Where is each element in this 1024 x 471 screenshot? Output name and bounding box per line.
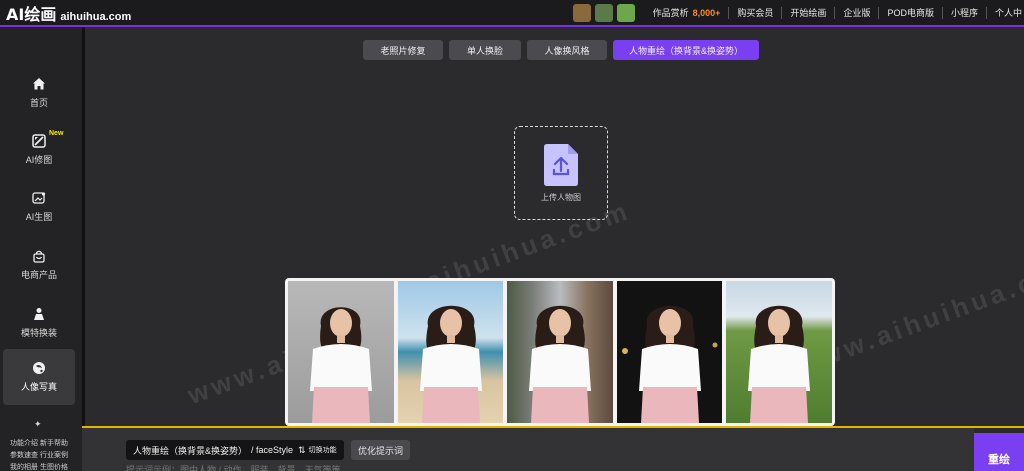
tab-single-face-swap[interactable]: 单人换脸 — [449, 40, 521, 60]
footer-link-row[interactable]: 我的相册 生图价格 — [10, 462, 68, 471]
footer-links: 功能介绍 新手帮助 参数速查 行业案例 我的相册 生图价格 — [10, 438, 68, 471]
mode-chip-style: / faceStyle — [251, 445, 294, 455]
shopping-bag-icon — [33, 250, 45, 263]
logo[interactable]: AI绘画 aihuihua.com — [0, 1, 131, 25]
home-icon — [33, 78, 45, 90]
header-accent-line — [0, 25, 1024, 27]
sidebar-item-label: AI生图 — [25, 212, 53, 222]
nav-gallery-label: 作品赏析 — [652, 7, 689, 18]
nav-gallery[interactable]: 作品赏析 8,000+ — [645, 6, 730, 19]
tab-old-photo-restore[interactable]: 老照片修复 — [363, 40, 443, 60]
top-header: AI绘画 aihuihua.com 作品赏析 8,000+ 购买会员 开始绘画 企… — [0, 0, 1024, 25]
logo-domain: aihuihua.com — [60, 10, 132, 23]
portrait-icon — [33, 362, 45, 374]
nav-start-drawing[interactable]: 开始绘画 — [782, 6, 836, 19]
sidebar-divider — [82, 27, 85, 427]
thumbnail-icon[interactable] — [594, 3, 613, 22]
sidebar-item-label: 电商产品 — [20, 270, 57, 280]
tab-portrait-style[interactable]: 人像换风格 — [527, 40, 607, 60]
portrait-figure — [419, 305, 482, 423]
mode-chip[interactable]: 人物重绘（换背景&换姿势） / faceStyle ⇅ 切换功能 — [126, 440, 344, 460]
nav-enterprise[interactable]: 企业版 — [835, 6, 880, 19]
sidebar-item-home[interactable]: 首页 — [3, 65, 75, 121]
sidebar-item-model-outfit[interactable]: 模特换装 — [3, 295, 75, 351]
example-gallery — [285, 278, 835, 426]
portrait-figure — [310, 307, 372, 423]
nav-miniprogram[interactable]: 小程序 — [943, 6, 987, 19]
example-photo[interactable] — [616, 281, 723, 423]
optimize-prompt-button[interactable]: 优化提示词 — [351, 440, 411, 460]
example-photo[interactable] — [397, 281, 504, 423]
example-photo[interactable] — [726, 281, 832, 423]
portrait-figure — [621, 305, 718, 423]
ai-retouch-icon — [32, 134, 46, 148]
footer-link-row[interactable]: 参数速查 行业案例 — [10, 450, 68, 462]
sidebar-item-label: 模特换装 — [20, 328, 57, 338]
upload-dropzone[interactable]: 上传人物图 — [514, 126, 608, 220]
switch-function-label: 切换功能 — [308, 447, 337, 454]
thumbnail-icon[interactable] — [572, 3, 591, 22]
new-badge: New — [49, 130, 64, 137]
sidebar-item-ai-retouch[interactable]: AI修图 New — [3, 122, 75, 178]
portrait-figure — [529, 305, 592, 423]
model-outfit-icon — [34, 308, 44, 320]
mode-chip-label: 人物重绘（换背景&换姿势） — [133, 445, 248, 456]
sidebar-item-ai-generate[interactable]: AI生图 — [3, 179, 75, 235]
top-nav: 作品赏析 8,000+ 购买会员 开始绘画 企业版 POD电商版 小程序 个人中 — [572, 0, 1024, 25]
sidebar-item-ecommerce[interactable]: 电商产品 — [3, 237, 75, 293]
gallery-thumbnails[interactable] — [572, 3, 639, 22]
sidebar-item-label: 人像写真 — [20, 382, 57, 392]
switch-icon: ⇅ — [298, 444, 306, 455]
sidebar-item-label: AI修图 — [25, 155, 53, 165]
upload-label: 上传人物图 — [541, 192, 581, 202]
nav-buy-membership[interactable]: 购买会员 — [729, 6, 783, 19]
example-photo[interactable] — [288, 281, 394, 423]
redraw-button[interactable]: 重绘 — [974, 433, 1024, 471]
gallery-count: 8,000+ — [692, 7, 721, 18]
prompt-input[interactable]: 提示词示例：图中人物 / 动作、服装、背景、天气等等 — [126, 463, 341, 471]
upload-file-icon — [544, 143, 578, 186]
logo-text: AI绘画 — [6, 4, 57, 24]
example-photo[interactable] — [507, 281, 613, 423]
sidebar-item-portrait[interactable]: 人像写真 — [3, 349, 75, 405]
thumbnail-icon[interactable] — [616, 3, 635, 22]
tab-portrait-redraw[interactable]: 人物重绘（换背景&换姿势） — [613, 40, 759, 60]
sidebar: 首页 AI修图 New AI生图 电商产品 模特换装 人像写真 ✦ — [0, 27, 82, 471]
nav-pod[interactable]: POD电商版 — [879, 6, 943, 19]
footer-link-row[interactable]: 功能介绍 新手帮助 — [10, 438, 68, 450]
sidebar-item-label: 首页 — [29, 98, 48, 108]
portrait-figure — [748, 305, 811, 423]
image-generate-icon — [32, 192, 46, 204]
nav-personal-center[interactable]: 个人中 — [987, 7, 1024, 19]
